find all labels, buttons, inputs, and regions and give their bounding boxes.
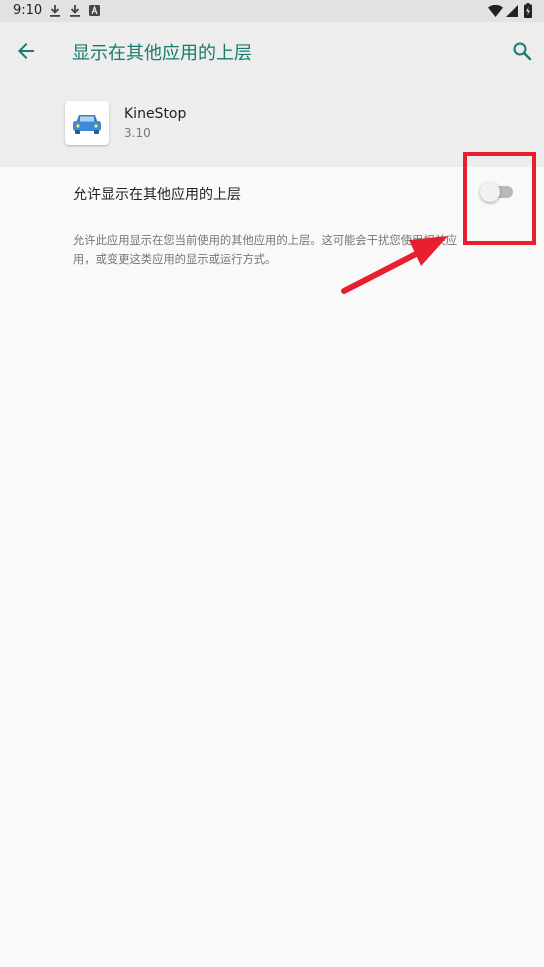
app-version: 3.10	[124, 126, 151, 140]
wifi-icon	[488, 5, 503, 17]
signal-icon	[506, 5, 518, 17]
a-badge-icon	[89, 5, 100, 16]
download-icon	[50, 5, 60, 17]
battery-charging-icon	[524, 3, 532, 18]
description-line: 用，或变更这类应用的显示或运行方式。	[73, 253, 277, 266]
setting-label: 允许显示在其他应用的上层	[73, 187, 241, 203]
car-icon	[73, 115, 101, 134]
search-button[interactable]	[510, 39, 534, 63]
app-icon	[65, 101, 109, 145]
download-icon	[70, 5, 80, 17]
status-bar: 9:10	[0, 0, 544, 22]
app-bar: 显示在其他应用的上层	[0, 22, 544, 80]
status-time: 9:10	[13, 3, 43, 18]
arrow-back-icon	[18, 43, 34, 59]
page-title: 显示在其他应用的上层	[72, 43, 252, 64]
search-icon	[513, 42, 532, 61]
app-name: KineStop	[124, 106, 187, 122]
highlight-box	[463, 152, 536, 245]
back-button[interactable]	[14, 39, 38, 63]
